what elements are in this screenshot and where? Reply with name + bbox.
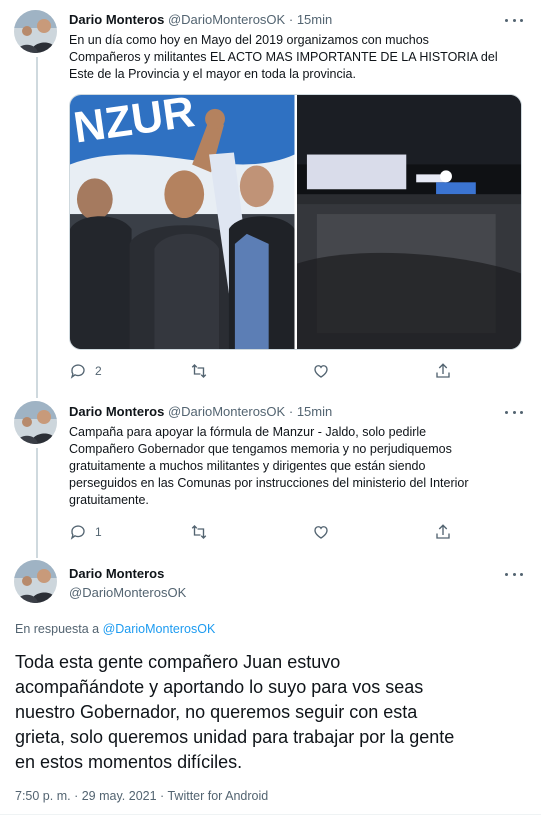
tweet-header: Dario Monteros @DarioMonterosOK · 15min xyxy=(69,12,332,27)
share-button[interactable] xyxy=(434,522,452,542)
media-photo-politicians[interactable]: NZUR xyxy=(70,95,295,349)
author-handle[interactable]: @DarioMonterosOK xyxy=(168,12,285,27)
media-photo-crowd[interactable] xyxy=(296,95,521,349)
thread-line xyxy=(36,448,38,558)
author-name[interactable]: Dario Monteros xyxy=(69,404,164,419)
retweet-button[interactable] xyxy=(190,361,216,381)
reply-count: 2 xyxy=(95,364,102,378)
tweet-text-line: gratuitamente a muchos militantes y diri… xyxy=(69,459,426,473)
author-handle[interactable]: @DarioMonterosOK xyxy=(69,585,186,600)
tweet-actions: 2 xyxy=(69,361,453,381)
separator: · xyxy=(288,12,294,27)
tweet-time[interactable]: 15min xyxy=(297,12,332,27)
reply-prefix: En respuesta a xyxy=(15,622,100,636)
share-button[interactable] xyxy=(434,361,452,381)
reply-icon xyxy=(70,525,85,540)
divider xyxy=(0,814,541,815)
main-tweet-text-line: grieta, solo queremos unidad para trabaj… xyxy=(15,727,455,747)
reply-button[interactable]: 2 xyxy=(69,361,102,381)
tweet-actions: 1 xyxy=(69,522,453,542)
tweet-text: En un día como hoy en Mayo del 2019 orga… xyxy=(69,32,524,83)
like-button[interactable] xyxy=(312,522,338,542)
like-icon xyxy=(314,365,328,378)
tweet-time[interactable]: 7:50 p. m. xyxy=(15,789,71,803)
tweet-text-line: En un día como hoy en Mayo del 2019 orga… xyxy=(69,33,429,47)
like-icon xyxy=(314,526,328,539)
share-icon xyxy=(436,363,450,378)
tweet-text: Campaña para apoyar la fórmula de Manzur… xyxy=(69,424,524,509)
reply-button[interactable]: 1 xyxy=(69,522,102,542)
more-options-icon[interactable] xyxy=(505,14,523,26)
share-icon xyxy=(436,524,450,539)
tweet-time[interactable]: 15min xyxy=(297,404,332,419)
reply-icon xyxy=(70,364,85,379)
reply-handle-link[interactable]: @DarioMonterosOK xyxy=(103,622,216,636)
tweet-text-line: Compañero Gobernador que tengamos memori… xyxy=(69,442,452,456)
avatar[interactable] xyxy=(14,401,57,444)
retweet-icon xyxy=(191,364,207,378)
more-options-icon[interactable] xyxy=(505,406,523,418)
separator: · xyxy=(160,789,165,803)
more-options-icon[interactable] xyxy=(505,568,523,580)
main-tweet-text-line: nuestro Gobernador, no queremos seguir c… xyxy=(15,702,418,722)
tweet-date[interactable]: 29 may. 2021 xyxy=(82,789,157,803)
tweet-text-line: Campaña para apoyar la fórmula de Manzur… xyxy=(69,425,427,439)
avatar-photo xyxy=(14,401,57,444)
author-name[interactable]: Dario Monteros xyxy=(69,12,164,27)
like-button[interactable] xyxy=(312,361,338,381)
tweet-text-line: Compañeros y militantes EL ACTO MAS IMPO… xyxy=(69,50,498,64)
separator: · xyxy=(288,404,294,419)
tweet-media[interactable]: NZUR xyxy=(69,94,522,350)
tweet-header: Dario Monteros @DarioMonterosOK · 15min xyxy=(69,404,332,419)
reply-count: 1 xyxy=(95,525,102,539)
main-tweet-text-line: en estos momentos difíciles. xyxy=(15,752,243,772)
thread-line xyxy=(36,57,38,398)
main-tweet-text: Toda esta gente compañero Juan estuvo ac… xyxy=(15,650,530,775)
separator: · xyxy=(74,789,79,803)
retweet-button[interactable] xyxy=(190,522,216,542)
author-name[interactable]: Dario Monteros xyxy=(69,566,164,581)
tweet-text-line: gratuitamente. xyxy=(69,493,149,507)
avatar-photo xyxy=(14,10,57,53)
reply-context: En respuesta a @DarioMonterosOK xyxy=(15,622,215,636)
tweet-text-line: Este de la Provincia y el mayor en toda … xyxy=(69,67,356,81)
tweet-text-line: perseguidos en las Comunas por instrucci… xyxy=(69,476,469,490)
avatar[interactable] xyxy=(14,10,57,53)
tweet-metadata: 7:50 p. m. · 29 may. 2021 · Twitter for … xyxy=(15,789,268,803)
avatar[interactable] xyxy=(14,560,57,603)
retweet-icon xyxy=(191,525,207,539)
author-handle[interactable]: @DarioMonterosOK xyxy=(168,404,285,419)
tweet-source[interactable]: Twitter for Android xyxy=(167,789,268,803)
main-tweet-text-line: acompañándote y aportando lo suyo para v… xyxy=(15,677,424,697)
avatar-photo xyxy=(14,560,57,603)
main-tweet-text-line: Toda esta gente compañero Juan estuvo xyxy=(15,652,341,672)
